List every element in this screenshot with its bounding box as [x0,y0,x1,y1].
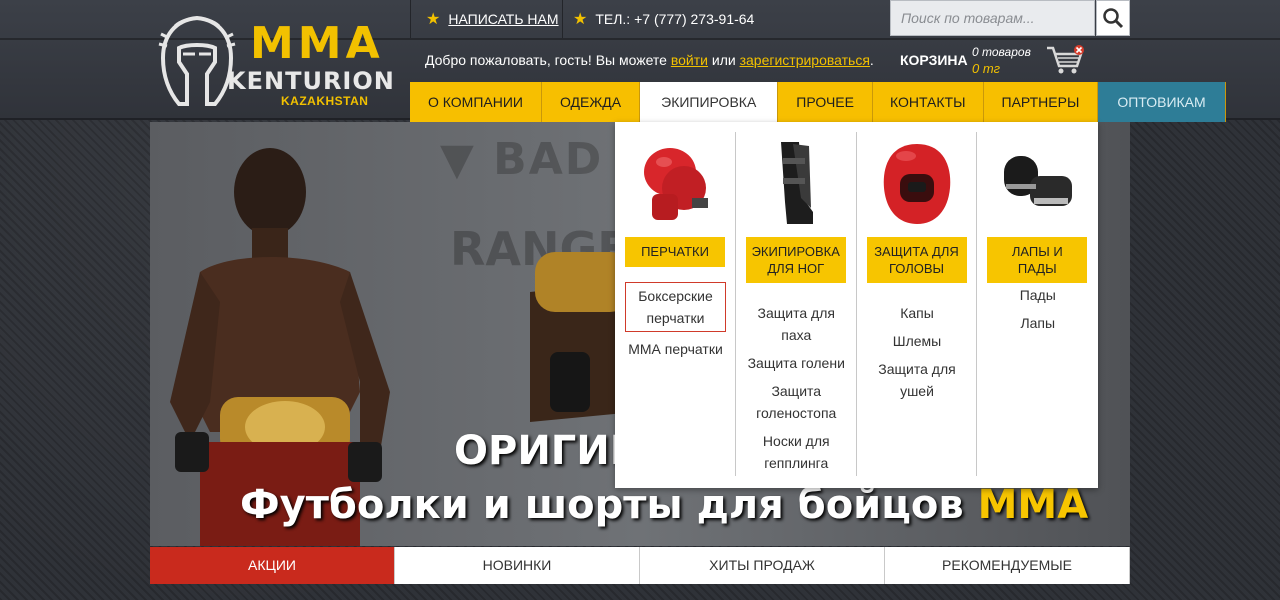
pads-links: Пады Лапы [983,284,1092,340]
link-pads[interactable]: Пады [983,284,1092,306]
link-shin-guard[interactable]: Защита голени [742,352,851,374]
category-legs[interactable]: ЭКИПИРОВКА ДЛЯ НОГ [745,237,846,283]
category-head[interactable]: ЗАЩИТА ДЛЯ ГОЛОВЫ [866,237,967,283]
link-mouthguards[interactable]: Капы [863,302,972,324]
category-gloves[interactable]: ПЕРЧАТКИ [625,237,725,267]
nav-item-clothing[interactable]: ОДЕЖДА [541,82,641,122]
cart-items-count: 0 товаров [972,45,1031,59]
logo-mma-text: MMA [250,18,384,69]
dropdown-column-gloves: ПЕРЧАТКИ Боксерские перчатки ММА перчатк… [615,132,736,476]
shopping-cart-icon[interactable] [1043,44,1087,76]
star-icon: ★ [426,11,441,28]
nav-item-contacts[interactable]: КОНТАКТЫ [872,82,984,122]
dropdown-column-legs: ЭКИПИРОВКА ДЛЯ НОГ Защита для паха Защит… [736,132,857,476]
site-logo[interactable]: MMA KENTURION KAZAKHSTAN [155,14,410,114]
tab-promotions[interactable]: АКЦИИ [150,547,395,584]
main-navigation: О КОМПАНИИ ОДЕЖДА ЭКИПИРОВКА ПРОЧЕЕ КОНТ… [410,82,1226,122]
phone-info: ★ ТЕЛ.: +7 (777) 273-91-64 [573,0,754,38]
nav-item-partners[interactable]: ПАРТНЕРЫ [983,82,1099,122]
phone-label: ТЕЛ.: +7 (777) 273-91-64 [595,11,755,27]
tab-new[interactable]: НОВИНКИ [395,547,640,584]
search-input[interactable]: Поиск по товарам... [890,0,1095,36]
banner-subtitle-main: Футболки и шорты для бойцов [240,482,978,528]
product-tabs: АКЦИИ НОВИНКИ ХИТЫ ПРОДАЖ РЕКОМЕНДУЕМЫЕ [150,547,1130,584]
write-us-label: НАПИСАТЬ НАМ [448,11,559,27]
boxing-gloves-image[interactable] [630,138,720,228]
register-link[interactable]: зарегистрироваться [740,52,870,68]
cart-label[interactable]: КОРЗИНА [900,52,968,68]
spartan-helmet-icon [158,15,236,106]
link-ear-guards[interactable]: Защита для ушей [863,358,972,402]
link-grappling-socks[interactable]: Носки для гепплинга [742,430,851,474]
brand-watermark: ▼ BAD [440,134,604,185]
link-boxing-gloves[interactable]: Боксерские перчатки [625,282,726,332]
star-icon: ★ [573,11,588,28]
write-us-link[interactable]: ★ НАПИСАТЬ НАМ [426,0,559,38]
search-icon [1103,8,1124,29]
nav-item-equipment[interactable]: ЭКИПИРОВКА [640,82,779,122]
legs-links: Защита для паха Защита голени Защита гол… [742,302,851,480]
link-ankle-guard[interactable]: Защита голеностопа [742,380,851,424]
logo-kazakhstan-text: KAZAKHSTAN [281,94,369,108]
shin-guard-image[interactable] [751,138,841,228]
tab-bestsellers[interactable]: ХИТЫ ПРОДАЖ [640,547,885,584]
welcome-mid: или [707,52,740,68]
welcome-text: Добро пожаловать, гость! Вы можете войти… [425,52,874,68]
headgear-image[interactable] [872,138,962,228]
gloves-links: Боксерские перчатки ММА перчатки [621,282,730,366]
cart-info[interactable]: 0 товаров 0 тг [972,45,1031,76]
link-helmets[interactable]: Шлемы [863,330,972,352]
cart-total: 0 тг [972,61,1001,76]
equipment-dropdown-menu: ПЕРЧАТКИ Боксерские перчатки ММА перчатк… [615,122,1098,488]
link-mma-gloves[interactable]: ММА перчатки [621,338,730,360]
nav-item-wholesale[interactable]: ОПТОВИКАМ [1098,82,1226,122]
focus-pads-image[interactable] [992,138,1082,228]
logo-kenturion-text: KENTURION [227,67,395,95]
link-mitts[interactable]: Лапы [983,312,1092,334]
search-button[interactable] [1096,0,1130,36]
top-divider [562,0,563,38]
welcome-prefix: Добро пожаловать, гость! Вы можете [425,52,671,68]
nav-item-about[interactable]: О КОМПАНИИ [410,82,542,122]
nav-item-other[interactable]: ПРОЧЕЕ [778,82,873,122]
login-link[interactable]: войти [671,52,708,68]
link-groin-guard[interactable]: Защита для паха [742,302,851,346]
top-divider [410,0,411,38]
dropdown-column-pads: ЛАПЫ И ПАДЫ Пады Лапы [977,132,1098,476]
banner-subtitle-highlight: MMA [977,482,1089,528]
dropdown-column-head: ЗАЩИТА ДЛЯ ГОЛОВЫ Капы Шлемы Защита для … [857,132,978,476]
category-pads[interactable]: ЛАПЫ И ПАДЫ [987,237,1088,283]
tab-recommended[interactable]: РЕКОМЕНДУЕМЫЕ [885,547,1130,584]
banner-subtitle: Футболки и шорты для бойцов MMA [240,482,1088,528]
welcome-end: . [869,52,874,68]
head-links: Капы Шлемы Защита для ушей [863,302,972,408]
